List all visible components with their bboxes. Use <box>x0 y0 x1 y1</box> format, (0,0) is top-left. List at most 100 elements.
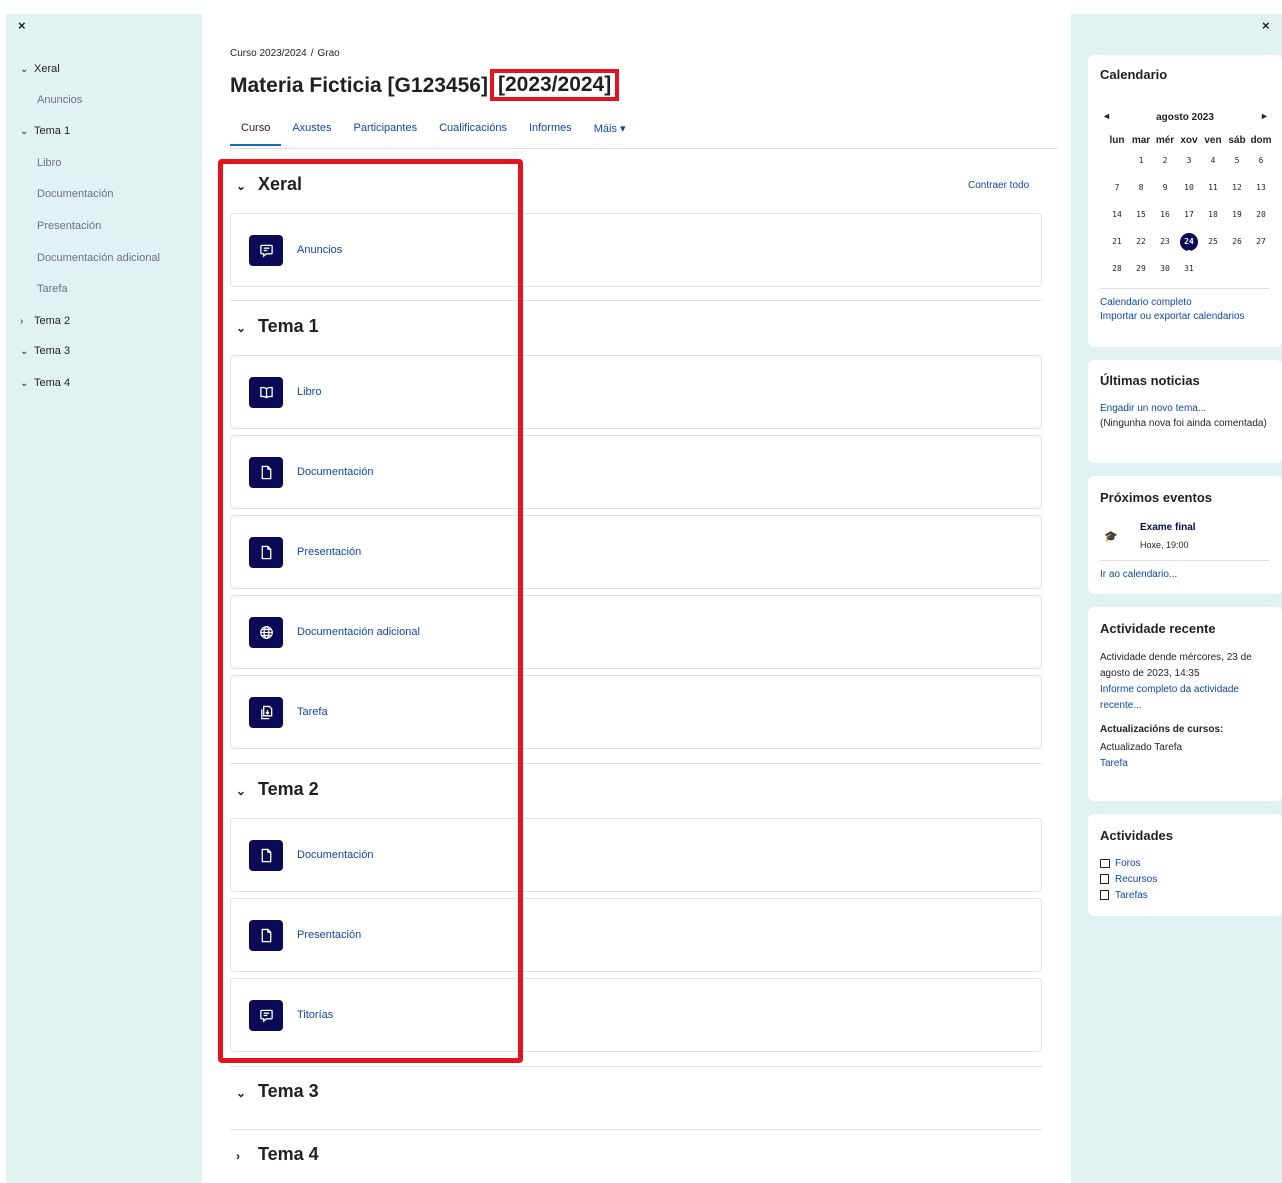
tab-cualificacions[interactable]: Cualificacións <box>428 118 518 146</box>
updated-activity-link[interactable]: Tarefa <box>1100 756 1276 772</box>
calendar-day[interactable]: 20 <box>1249 210 1273 219</box>
course-index-section-tema-1[interactable]: ⌄ Tema 1 <box>20 125 70 137</box>
chevron-down-icon[interactable]: ⌄ <box>236 784 258 798</box>
calendar-day[interactable]: 16 <box>1153 210 1177 219</box>
calendar-day[interactable]: 9 <box>1153 183 1177 192</box>
calendar-day[interactable]: 29 <box>1129 264 1153 273</box>
calendar-day[interactable]: 25 <box>1201 237 1225 246</box>
tab-informes[interactable]: Informes <box>518 118 583 146</box>
section-title-tema-2[interactable]: ⌄ Tema 2 <box>236 779 319 800</box>
activity-link[interactable]: Documentación <box>297 849 373 861</box>
chevron-right-icon[interactable]: › <box>20 316 34 327</box>
calendar-day[interactable]: 22 <box>1129 237 1153 246</box>
chevron-down-icon[interactable]: ⌄ <box>236 179 258 193</box>
course-index-item-libro[interactable]: Libro <box>37 157 61 169</box>
section-title-tema-3[interactable]: ⌄ Tema 3 <box>236 1081 319 1102</box>
calendar-day[interactable]: 19 <box>1225 210 1249 219</box>
chevron-down-icon[interactable]: ⌄ <box>20 126 34 137</box>
chevron-down-icon[interactable]: ⌄ <box>20 64 34 75</box>
activity-card[interactable]: Documentación <box>230 818 1042 892</box>
tab-curso[interactable]: Curso <box>230 118 282 146</box>
activity-link[interactable]: Tarefa <box>297 706 328 718</box>
activity-card[interactable]: Documentación adicional <box>230 595 1042 669</box>
course-index-section-tema-4[interactable]: ⌄ Tema 4 <box>20 377 70 389</box>
calendar-day[interactable]: 6 <box>1249 156 1273 165</box>
activity-link[interactable]: Anuncios <box>297 244 342 256</box>
activity-link[interactable]: Presentación <box>297 546 361 558</box>
list-item[interactable]: Tarefas <box>1100 888 1157 904</box>
list-item[interactable]: Foros <box>1100 856 1157 872</box>
tab-participantes[interactable]: Participantes <box>342 118 428 146</box>
calendar-day[interactable]: 4 <box>1201 156 1225 165</box>
calendar-day[interactable]: 28 <box>1105 264 1129 273</box>
activity-card[interactable]: Presentación <box>230 515 1042 589</box>
calendar-day[interactable]: 15 <box>1129 210 1153 219</box>
calendar-day[interactable]: 1 <box>1129 156 1153 165</box>
calendar-day[interactable]: 23 <box>1153 237 1177 246</box>
calendar-day[interactable]: 8 <box>1129 183 1153 192</box>
activity-card[interactable]: Tarefa <box>230 675 1042 749</box>
activity-card[interactable]: Documentación <box>230 435 1042 509</box>
chevron-down-icon[interactable]: ⌄ <box>20 346 34 357</box>
calendar-day[interactable]: 21 <box>1105 237 1129 246</box>
chevron-down-icon[interactable]: ⌄ <box>236 321 258 335</box>
collapse-all-link[interactable]: Contraer todo <box>968 180 1029 191</box>
close-course-index-icon[interactable]: × <box>18 18 26 33</box>
course-index-section-tema-2[interactable]: › Tema 2 <box>20 315 70 327</box>
activity-link[interactable]: Libro <box>297 386 321 398</box>
activity-link[interactable]: Titorías <box>297 1009 333 1021</box>
course-index-section-tema-3[interactable]: ⌄ Tema 3 <box>20 345 70 357</box>
calendar-day[interactable]: 13 <box>1249 183 1273 192</box>
calendar-day[interactable]: 26 <box>1225 237 1249 246</box>
calendar-day[interactable]: 3 <box>1177 156 1201 165</box>
calendar-day[interactable]: 11 <box>1201 183 1225 192</box>
chevron-right-icon[interactable]: › <box>236 1149 258 1163</box>
activity-card[interactable]: Libro <box>230 355 1042 429</box>
next-month-icon[interactable]: ► <box>1260 111 1269 121</box>
event-time: Hoxe, 19:00 <box>1140 540 1189 550</box>
breadcrumb-item-grao[interactable]: Grao <box>318 48 340 59</box>
full-recent-activity-link[interactable]: Informe completo da actividade recente..… <box>1100 682 1276 714</box>
course-index-item-documentacion-adicional[interactable]: Documentación adicional <box>37 252 160 264</box>
go-to-calendar-link[interactable]: Ir ao calendario... <box>1100 567 1177 583</box>
forum-small-icon <box>1100 858 1110 868</box>
calendar-day[interactable]: 10 <box>1177 183 1201 192</box>
calendar-day[interactable]: 27 <box>1249 237 1273 246</box>
course-index-item-presentacion[interactable]: Presentación <box>37 220 101 232</box>
calendar-day-today[interactable]: 24 <box>1177 232 1201 254</box>
calendar-day[interactable]: 18 <box>1201 210 1225 219</box>
activity-link[interactable]: Presentación <box>297 929 361 941</box>
activity-card[interactable]: Titorías <box>230 978 1042 1052</box>
course-index-item-documentacion[interactable]: Documentación <box>37 188 113 200</box>
breadcrumb-item-course[interactable]: Curso 2023/2024 <box>230 48 307 59</box>
event-name-link[interactable]: Exame final <box>1140 522 1196 533</box>
calendar-day[interactable]: 5 <box>1225 156 1249 165</box>
section-title-tema-1[interactable]: ⌄ Tema 1 <box>236 316 319 337</box>
activity-link[interactable]: Documentación <box>297 466 373 478</box>
course-updates-heading: Actualizacións de cursos: <box>1100 724 1224 735</box>
calendar-day[interactable]: 7 <box>1105 183 1129 192</box>
tab-mais[interactable]: Máis ▾ <box>583 118 637 146</box>
list-item[interactable]: Recursos <box>1100 872 1157 888</box>
import-export-calendars-link[interactable]: Importar ou exportar calendarios <box>1100 309 1275 325</box>
recent-activity-title: Actividade recente <box>1100 621 1216 636</box>
calendar-day[interactable]: 2 <box>1153 156 1177 165</box>
chevron-down-icon[interactable]: ⌄ <box>20 378 34 389</box>
calendar-day[interactable]: 31 <box>1177 264 1201 273</box>
add-topic-link[interactable]: Engadir un novo tema... <box>1100 401 1270 417</box>
course-index-item-anuncios[interactable]: Anuncios <box>37 94 82 106</box>
course-index-section-xeral[interactable]: ⌄ Xeral <box>20 63 60 75</box>
calendar-day[interactable]: 17 <box>1177 210 1201 219</box>
chevron-down-icon[interactable]: ⌄ <box>236 1086 258 1100</box>
activity-link[interactable]: Documentación adicional <box>297 626 420 638</box>
activity-card[interactable]: Anuncios <box>230 213 1042 287</box>
section-title-xeral[interactable]: ⌄ Xeral <box>236 174 302 195</box>
activity-card[interactable]: Presentación <box>230 898 1042 972</box>
tab-axustes[interactable]: Axustes <box>281 118 342 146</box>
calendar-day[interactable]: 12 <box>1225 183 1249 192</box>
section-title-tema-4[interactable]: › Tema 4 <box>236 1144 319 1165</box>
calendar-day[interactable]: 14 <box>1105 210 1129 219</box>
course-index-item-tarefa[interactable]: Tarefa <box>37 283 68 295</box>
close-block-drawer-icon[interactable]: × <box>1262 18 1270 33</box>
calendar-day[interactable]: 30 <box>1153 264 1177 273</box>
